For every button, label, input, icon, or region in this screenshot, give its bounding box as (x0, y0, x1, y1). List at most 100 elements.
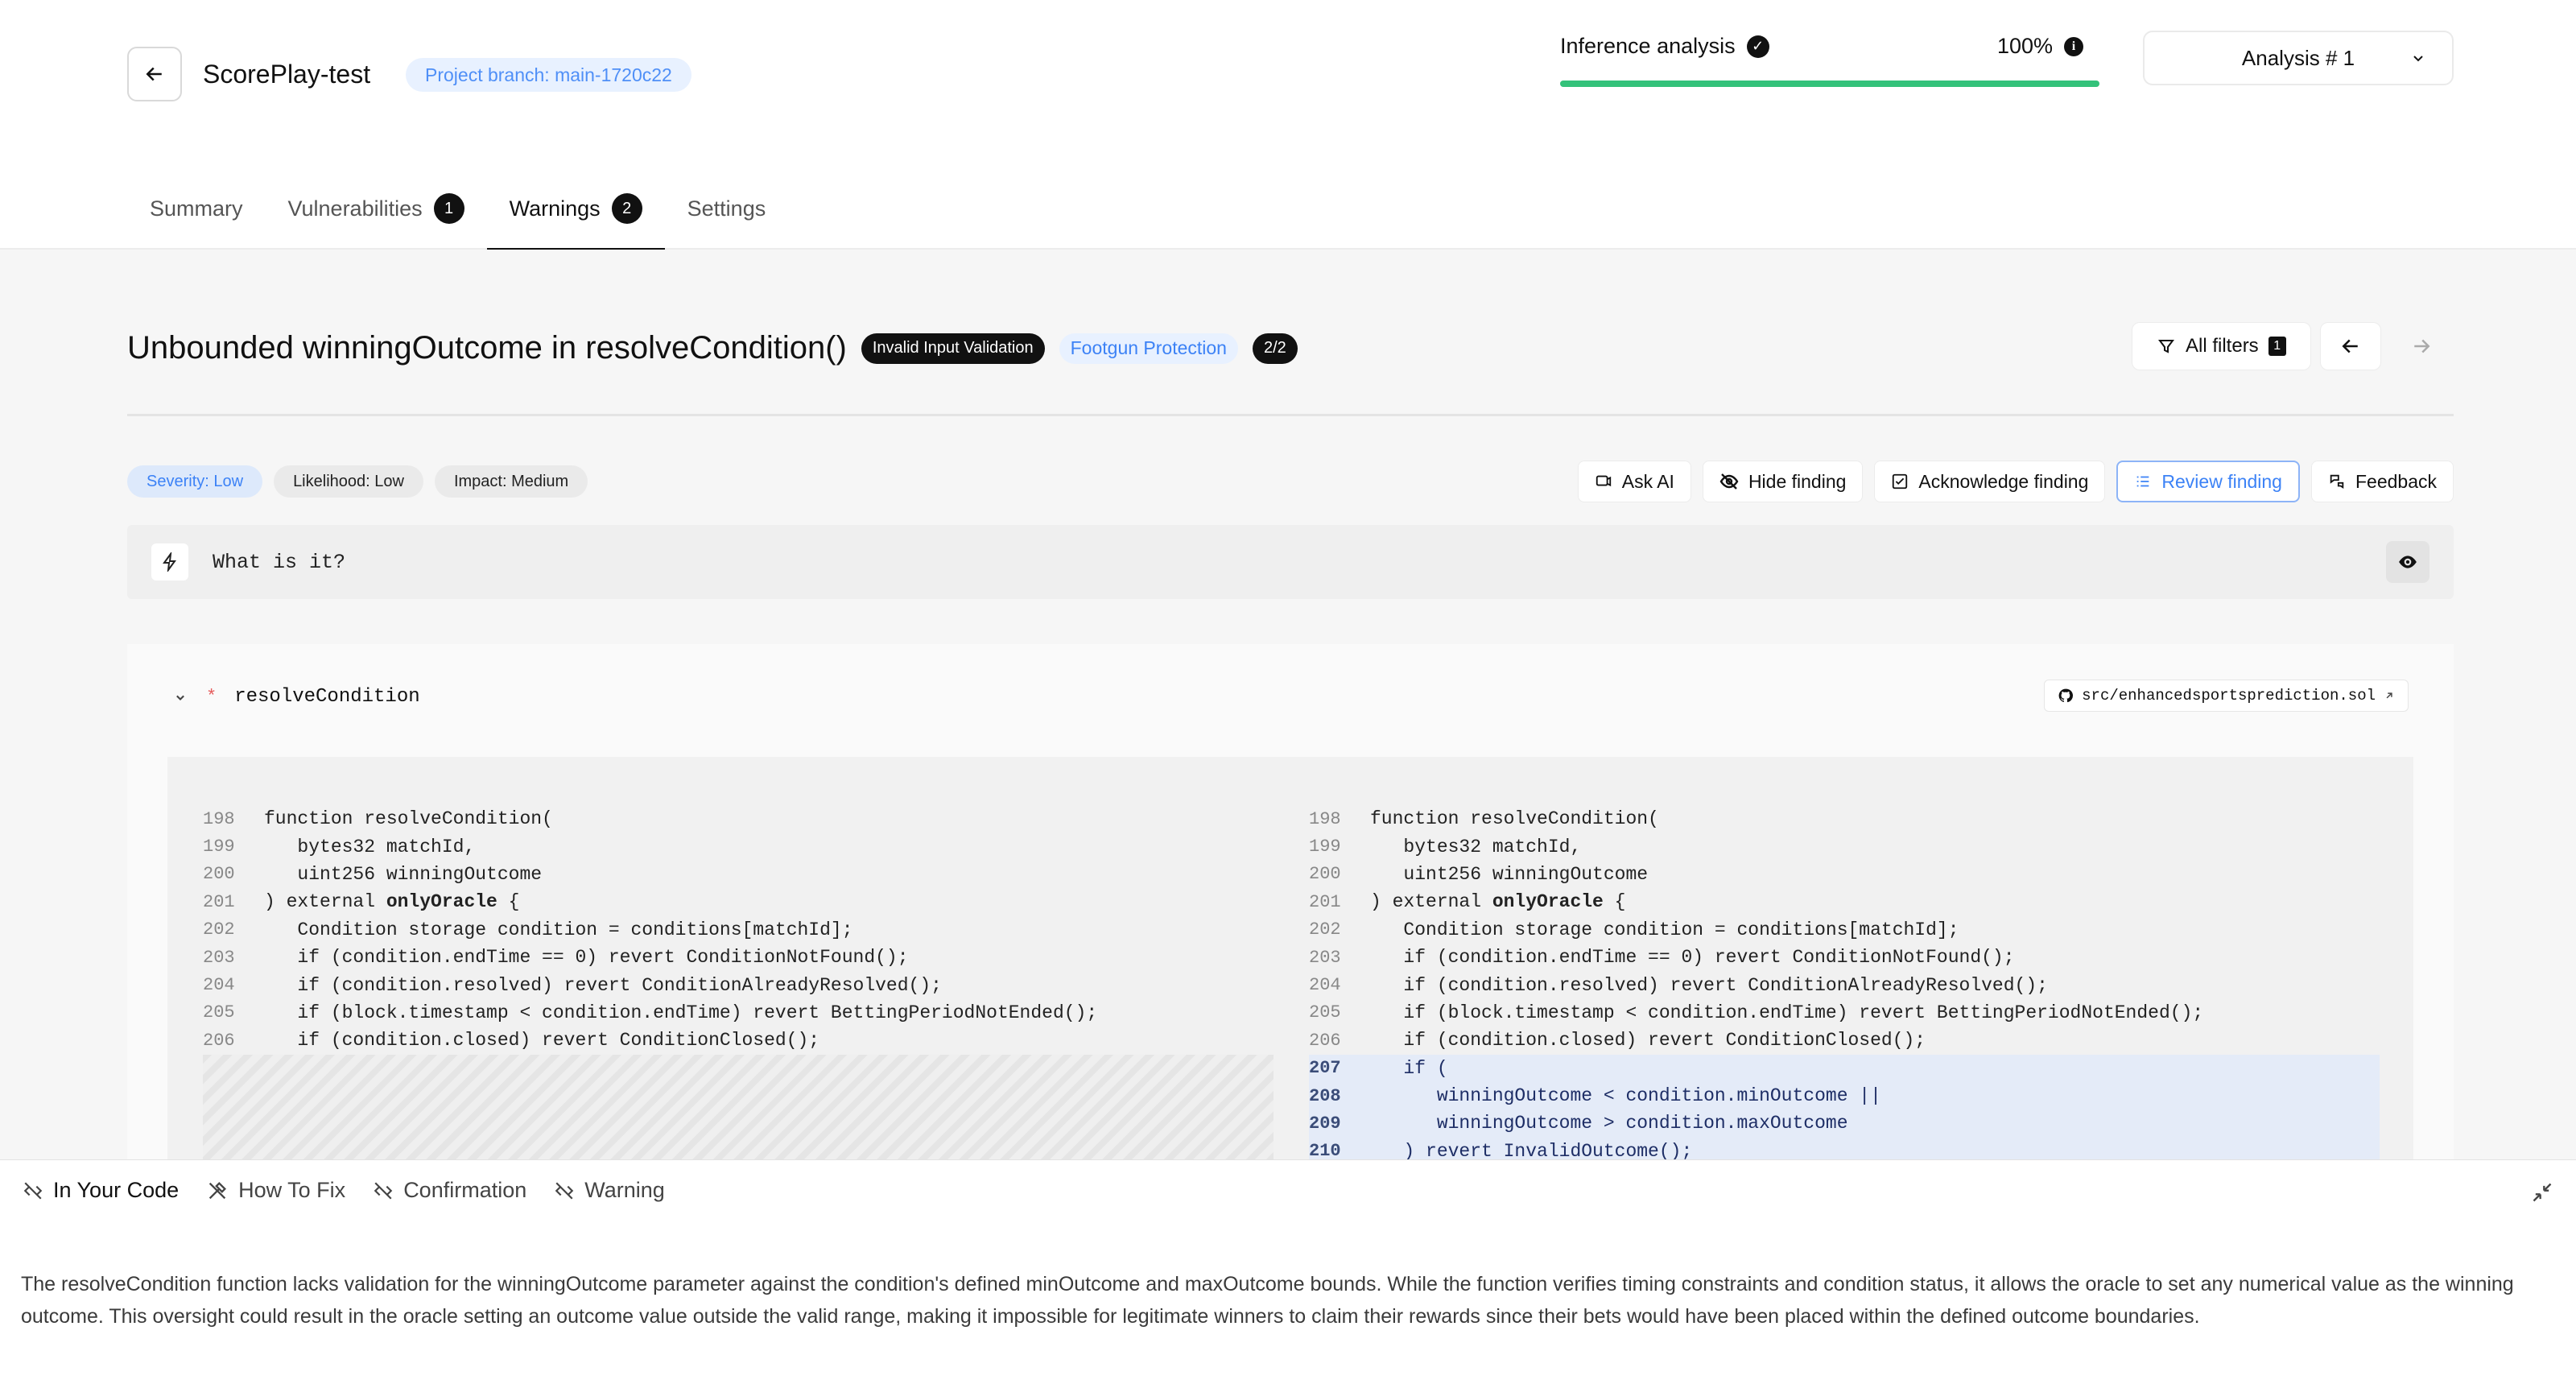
modifier-keyword: onlyOracle (386, 891, 497, 913)
collapse-panel-icon[interactable] (2531, 1181, 2553, 1204)
finding-title: Unbounded winningOutcome in resolveCondi… (127, 330, 847, 366)
line-code: if (condition.endTime == 0) revert Condi… (264, 947, 909, 969)
code-line: 199 bytes32 matchId, (1309, 833, 2380, 860)
line-number: 202 (1309, 919, 1341, 940)
file-link[interactable]: src/enhancedsportsprediction.sol (2044, 680, 2409, 712)
feedback-button[interactable]: Feedback (2310, 461, 2454, 502)
line-code: function resolveCondition( (1370, 808, 1659, 830)
line-code: if (block.timestamp < condition.endTime)… (264, 1002, 1098, 1023)
tab-warning[interactable]: Warning (554, 1178, 665, 1203)
line-code: winningOutcome > condition.maxOutcome (1370, 1113, 1848, 1134)
details-tab-bar: In Your Code How To Fix Confirmation War… (23, 1178, 665, 1203)
tab-settings[interactable]: Settings (665, 179, 789, 250)
line-code: bytes32 matchId, (1370, 836, 1582, 857)
line-code: if (condition.resolved) revert Condition… (264, 974, 942, 996)
back-button[interactable] (127, 47, 182, 101)
ai-chat-icon (1596, 475, 1611, 487)
finding-header: Unbounded winningOutcome in resolveCondi… (127, 330, 1298, 366)
acknowledge-finding-button[interactable]: Acknowledge finding (1874, 461, 2106, 502)
line-number: 203 (1309, 947, 1341, 968)
ask-ai-button[interactable]: Ask AI (1577, 461, 1691, 502)
inference-label: Inference analysis (1560, 34, 1736, 58)
branch-badge: Project branch: main-1720c22 (406, 58, 691, 92)
ask-ai-label: Ask AI (1621, 470, 1674, 492)
code-line: 202 Condition storage condition = condit… (1309, 916, 2380, 944)
line-number: 208 (1309, 1085, 1341, 1106)
tab-label: Warnings (509, 196, 601, 221)
all-filters-button[interactable]: All filters 1 (2132, 322, 2311, 370)
tab-confirmation[interactable]: Confirmation (373, 1178, 526, 1203)
finding-counter: 2/2 (1252, 333, 1298, 364)
impact-pill: Impact: Medium (434, 465, 588, 498)
code-line: 201 ) external onlyOracle { (1309, 888, 2380, 915)
tab-how-to-fix[interactable]: How To Fix (206, 1178, 345, 1203)
inference-progress-bar (1560, 81, 2099, 87)
tab-warnings[interactable]: Warnings 2 (486, 179, 665, 251)
arrow-left-icon (2342, 339, 2358, 353)
line-code: Condition storage condition = conditions… (1370, 919, 1959, 940)
line-code: if ( (1370, 1057, 1448, 1079)
line-number: 206 (1309, 1030, 1341, 1051)
code-line: 198 function resolveCondition( (203, 805, 1274, 833)
code-line: 204 if (condition.resolved) revert Condi… (203, 971, 1274, 998)
tab-label: Confirmation (403, 1178, 527, 1202)
page-header: ScorePlay-test Project branch: main-1720… (0, 0, 2576, 251)
tab-in-your-code[interactable]: In Your Code (23, 1178, 179, 1203)
line-code: uint256 winningOutcome (1370, 863, 1649, 885)
finding-description: The resolveCondition function lacks vali… (21, 1273, 2514, 1328)
chevron-down-icon (2413, 56, 2423, 62)
acknowledge-finding-label: Acknowledge finding (1918, 470, 2089, 492)
code-line: 202 Condition storage condition = condit… (203, 916, 1274, 944)
review-finding-button[interactable]: Review finding (2116, 461, 2300, 502)
analysis-select[interactable]: Analysis # 1 (2143, 31, 2454, 85)
line-number: 207 (1309, 1058, 1341, 1079)
inference-percent: 100% (1996, 34, 2053, 58)
risk-pills: Severity: Low Likelihood: Low Impact: Me… (127, 465, 588, 498)
code-line: 203 if (condition.endTime == 0) revert C… (203, 944, 1274, 971)
code-line: 201) external onlyOracle { (203, 888, 1274, 915)
line-number: 201 (1309, 891, 1341, 912)
check-circle-icon: ✓ (1746, 35, 1769, 58)
code-line: 204 if (condition.resolved) revert Condi… (1309, 971, 2380, 998)
likelihood-pill: Likelihood: Low (274, 465, 423, 498)
code-card-header: * resolveCondition (172, 686, 420, 708)
what-is-it-label: What is it? (213, 550, 346, 574)
tab-vulnerabilities[interactable]: Vulnerabilities 1 (266, 179, 487, 250)
status-dot: * (206, 687, 217, 707)
line-code: ) external onlyOracle { (1370, 891, 1626, 913)
external-link-icon (2386, 692, 2392, 699)
line-number: 204 (1309, 975, 1341, 996)
toggle-visibility-button[interactable] (2386, 541, 2429, 583)
chevron-down-icon[interactable] (172, 689, 188, 705)
line-code: ) external onlyOracle { (264, 891, 520, 913)
eye-off-icon (1719, 473, 1739, 490)
line-code: function resolveCondition( (264, 808, 553, 830)
feedback-label: Feedback (2355, 470, 2437, 492)
project-title: ScorePlay-test (203, 60, 371, 89)
next-finding-button[interactable] (2391, 322, 2452, 370)
code-line: 206 if (condition.closed) revert Conditi… (203, 1027, 1274, 1054)
filter-count-badge: 1 (2268, 337, 2286, 356)
info-icon[interactable]: i (2064, 36, 2083, 56)
review-finding-label: Review finding (2161, 470, 2282, 492)
analysis-select-value: Analysis # 1 (2241, 45, 2355, 70)
file-path: src/enhancedsportsprediction.sol (2082, 687, 2376, 704)
code-line: 208 winningOutcome < condition.minOutcom… (1309, 1081, 2380, 1110)
tab-bar: Summary Vulnerabilities 1 Warnings 2 Set… (127, 179, 789, 251)
line-code: if (condition.endTime == 0) revert Condi… (1370, 947, 2015, 969)
tab-summary[interactable]: Summary (127, 179, 266, 250)
line-number: 198 (1309, 808, 1341, 829)
count-badge: 1 (433, 193, 464, 224)
code-line: 205 if (block.timestamp < condition.endT… (1309, 999, 2380, 1027)
function-name: resolveCondition (234, 686, 420, 708)
tab-label: How To Fix (238, 1178, 346, 1202)
tools-icon (208, 1181, 227, 1199)
what-is-it-section[interactable]: What is it? (127, 525, 2454, 599)
line-number: 200 (1309, 864, 1341, 885)
lightning-icon (151, 543, 188, 581)
code-line: 209 winningOutcome > condition.maxOutcom… (1309, 1109, 2380, 1138)
code-line: 203 if (condition.endTime == 0) revert C… (1309, 944, 2380, 971)
previous-finding-button[interactable] (2320, 322, 2381, 370)
hide-finding-button[interactable]: Hide finding (1702, 461, 1864, 502)
line-code: Condition storage condition = conditions… (264, 919, 853, 940)
